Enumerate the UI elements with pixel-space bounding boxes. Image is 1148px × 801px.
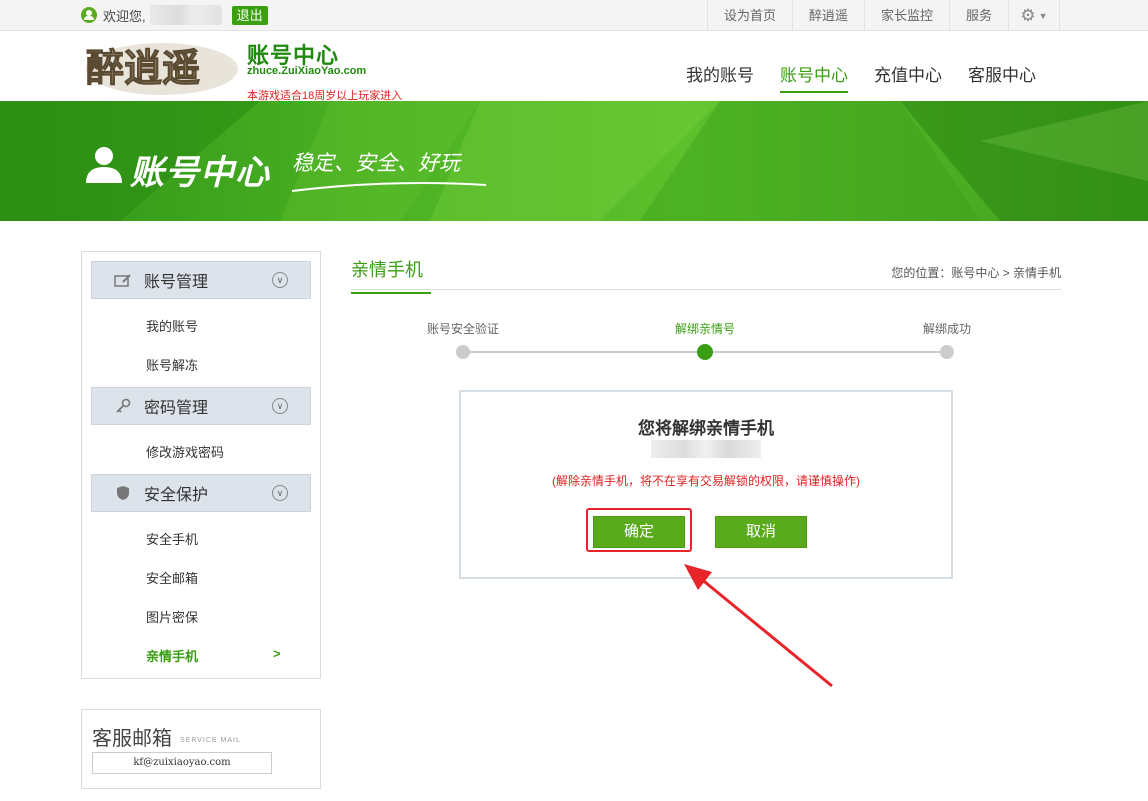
zuixiaoyao-link[interactable]: 醉逍遥 xyxy=(791,0,864,31)
breadcrumb: 您的位置：账号中心 > 亲情手机 xyxy=(891,266,1061,280)
gear-icon: ⚙ xyxy=(1020,5,1036,25)
content-header: 亲情手机 您的位置：账号中心 > 亲情手机 xyxy=(351,252,1061,294)
nav-my-account[interactable]: 我的账号 xyxy=(686,61,754,93)
sidebar-item-my-account[interactable]: 我的账号 xyxy=(146,316,198,335)
mailbox-email[interactable]: kf@zuixiaoyao.com xyxy=(92,752,272,774)
banner: 账号中心 稳定、安全、好玩 xyxy=(0,101,1148,221)
nav-recharge-center[interactable]: 充值中心 xyxy=(874,61,942,93)
dialog-title: 您将解绑亲情手机 xyxy=(638,419,774,438)
step-label-success: 解绑成功 xyxy=(923,322,972,336)
sidebar-group-security[interactable]: 安全保护 ∨ xyxy=(91,474,311,512)
unbind-dialog: 您将解绑亲情手机 (解除亲情手机，将不在享有交易解锁的权限，请谨慎操作) 确定 … xyxy=(459,390,953,579)
main-nav: 我的账号 账号中心 充值中心 客服中心 xyxy=(686,61,1036,93)
sidebar-item-security-email[interactable]: 安全邮箱 xyxy=(146,568,198,587)
header: 醉逍遥 账号中心 zhuce.ZuiXiaoYao.com 本游戏适合18周岁以… xyxy=(0,31,1148,102)
step-dot-unbind xyxy=(697,344,713,360)
active-item-arrow: > xyxy=(273,646,281,661)
logo-text: 醉逍遥 xyxy=(86,45,200,90)
sidebar-item-unfreeze[interactable]: 账号解冻 xyxy=(146,355,198,374)
sidebar-group-label: 密码管理 xyxy=(144,400,209,417)
sidebar-item-image-protection[interactable]: 图片密保 xyxy=(146,607,198,626)
phone-number-blurred xyxy=(651,440,761,458)
confirm-highlight-box xyxy=(586,508,692,552)
sidebar-group-label: 账号管理 xyxy=(144,274,209,291)
chevron-down-icon: ∨ xyxy=(272,485,288,501)
logout-button[interactable]: 退出 xyxy=(231,5,268,25)
nav-account-center[interactable]: 账号中心 xyxy=(780,61,848,93)
sidebar: 账号管理 ∨ 我的账号 账号解冻 密码管理 ∨ 修改游戏密码 安全保护 ∨ 安全… xyxy=(81,251,321,679)
step-label-unbind: 解绑亲情号 xyxy=(675,322,736,336)
banner-title: 账号中心 xyxy=(130,154,270,192)
sidebar-group-account[interactable]: 账号管理 ∨ xyxy=(91,261,311,299)
sidebar-group-label: 安全保护 xyxy=(144,487,209,504)
parental-control-link[interactable]: 家长监控 xyxy=(863,0,949,31)
chevron-down-icon: ∨ xyxy=(272,398,288,414)
top-nav: 设为首页 醉逍遥 家长监控 服务 ⚙ ▼ xyxy=(706,0,1060,31)
key-icon xyxy=(114,397,132,415)
user-icon xyxy=(81,7,97,23)
slogan-underline xyxy=(291,182,487,192)
site-url: zhuce.ZuiXiaoYao.com xyxy=(247,65,367,77)
mailbox-title: 客服邮箱 xyxy=(92,728,172,750)
welcome-text: 欢迎您, xyxy=(103,8,146,24)
cancel-button[interactable]: 取消 xyxy=(715,516,807,548)
game-logo[interactable]: 醉逍遥 xyxy=(82,33,238,99)
dialog-warning: (解除亲情手机，将不在享有交易解锁的权限，请谨慎操作) xyxy=(552,474,860,488)
account-card-icon xyxy=(114,271,132,289)
step-label-verify: 账号安全验证 xyxy=(427,322,500,336)
top-bar: 欢迎您, 退出 设为首页 醉逍遥 家长监控 服务 ⚙ ▼ xyxy=(0,0,1148,31)
step-dot-success xyxy=(940,345,954,359)
sidebar-item-family-phone[interactable]: 亲情手机 xyxy=(146,646,198,665)
set-homepage-link[interactable]: 设为首页 xyxy=(706,0,792,31)
step-dot-verify xyxy=(456,345,470,359)
service-mailbox: 客服邮箱 SERVICE MAIL kf@zuixiaoyao.com xyxy=(81,709,321,789)
mailbox-subtitle: SERVICE MAIL xyxy=(180,737,241,744)
caret-down-icon: ▼ xyxy=(1038,10,1048,21)
chevron-down-icon: ∨ xyxy=(272,272,288,288)
account-person-icon xyxy=(86,147,122,183)
settings-menu[interactable]: ⚙ ▼ xyxy=(1008,0,1060,31)
progress-steps: 账号安全验证 解绑亲情号 解绑成功 xyxy=(351,316,1061,366)
service-link[interactable]: 服务 xyxy=(948,0,1008,31)
sidebar-item-change-password[interactable]: 修改游戏密码 xyxy=(146,442,224,461)
welcome-area: 欢迎您, 退出 xyxy=(81,5,268,25)
page-title: 亲情手机 xyxy=(351,256,431,294)
username-blurred xyxy=(149,5,222,25)
sidebar-item-security-phone[interactable]: 安全手机 xyxy=(146,529,198,548)
shield-icon xyxy=(114,484,132,502)
nav-service-center[interactable]: 客服中心 xyxy=(968,61,1036,93)
sidebar-group-password[interactable]: 密码管理 ∨ xyxy=(91,387,311,425)
banner-slogan: 稳定、安全、好玩 xyxy=(292,151,460,175)
